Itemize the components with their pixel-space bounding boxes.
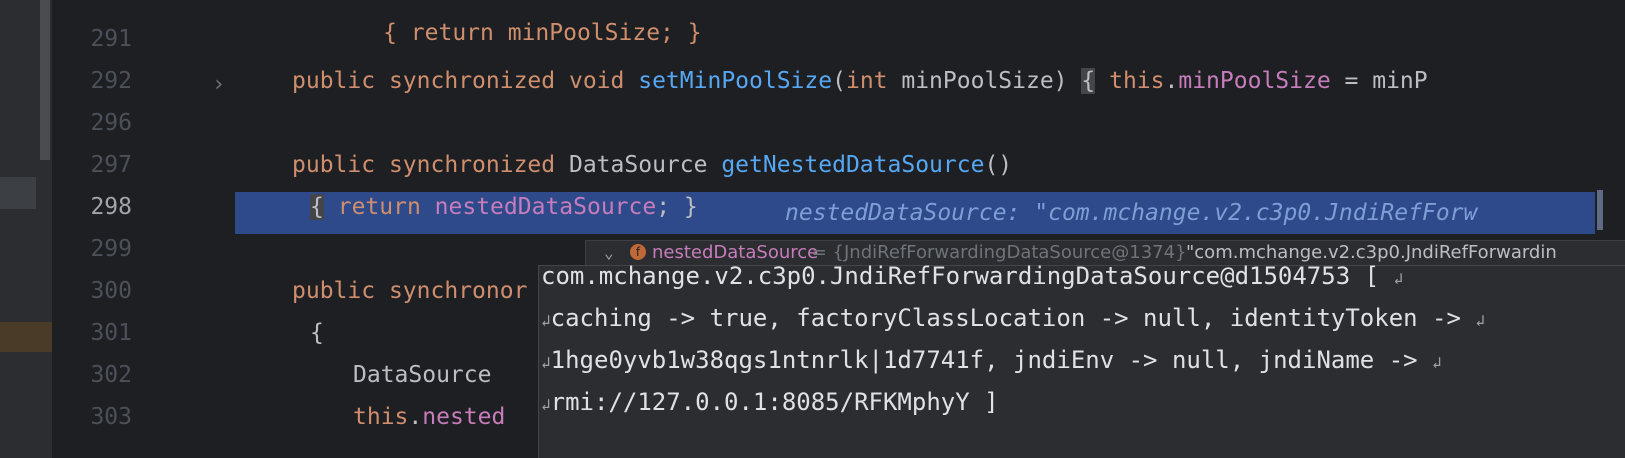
inline-debug-value[interactable]: nestedDataSource: "com.mchange.v2.c3p0.J… xyxy=(785,198,1477,228)
line-number: 296 xyxy=(90,110,132,136)
line-number: 299 xyxy=(90,236,132,262)
punct: () xyxy=(984,152,1013,178)
keyword: public xyxy=(292,68,376,94)
method-name: getNestedDataSource xyxy=(721,152,985,178)
line-number: 300 xyxy=(90,278,132,304)
strip-selection xyxy=(0,177,36,209)
line-number: 297 xyxy=(90,152,132,178)
field-name: minPoolSize xyxy=(1178,68,1331,94)
code-line-301: { xyxy=(310,318,324,348)
fold-chevron-icon[interactable]: › xyxy=(212,70,225,100)
punct: . xyxy=(1164,68,1179,94)
tooltip-line: ↲caching -> true, factoryClassLocation -… xyxy=(541,302,1485,337)
punct: ( xyxy=(832,68,846,94)
line-number: 292 xyxy=(90,68,132,94)
strip-scrollbar[interactable] xyxy=(40,0,50,160)
code-line-292: public synchronized void setMinPoolSize(… xyxy=(292,66,1428,96)
line-number: 291 xyxy=(90,26,132,52)
param: minPoolSize) xyxy=(887,68,1068,94)
keyword: public xyxy=(292,278,376,304)
wrap-icon: ↲ xyxy=(1475,311,1486,330)
keyword: int xyxy=(845,68,888,94)
keyword: return xyxy=(337,194,421,220)
field-name: nested xyxy=(422,404,506,430)
code-text: { return minPoolSize; } xyxy=(383,20,702,46)
brace: { xyxy=(310,194,324,220)
line-number: 301 xyxy=(90,320,132,346)
folded-brace[interactable]: { xyxy=(1081,68,1096,94)
code-line-300: public synchronor xyxy=(292,276,527,306)
tooltip-text: caching -> true, factoryClassLocation ->… xyxy=(550,304,1461,332)
tooltip-line: ↲1hge0yvb1w38qgs1ntnrlk|1d7741f, jndiEnv… xyxy=(541,344,1442,379)
code-line-297: public synchronized DataSource getNested… xyxy=(292,150,1012,180)
current-line-number: 298 xyxy=(90,194,132,220)
type-name: DataSource xyxy=(568,152,708,178)
tooltip-text: rmi://127.0.0.1:8085/RFKMphyY ] xyxy=(550,388,999,416)
field-name: nestedDataSource xyxy=(434,194,657,220)
keyword: void xyxy=(568,68,625,94)
keyword: this xyxy=(1109,68,1165,94)
field-icon: f xyxy=(630,244,646,260)
line-number: 303 xyxy=(90,404,132,430)
left-tool-strip xyxy=(0,0,52,458)
tooltip-text: 1hge0yvb1w38qgs1ntnrlk|1d7741f, jndiEnv … xyxy=(550,346,1418,374)
wrap-icon: ↲ xyxy=(541,395,551,414)
code-editor[interactable]: 291 292 296 297 298 299 300 301 302 303 … xyxy=(0,0,1625,458)
type-name: DataSource xyxy=(353,362,492,388)
strip-breakpoint-marker xyxy=(0,322,52,352)
punct: . xyxy=(408,404,423,430)
wrap-icon: ↲ xyxy=(1393,269,1404,288)
code-text: = minP xyxy=(1330,68,1428,94)
code-line-298: { return nestedDataSource; } xyxy=(310,192,698,222)
tooltip-text: com.mchange.v2.c3p0.JndiRefForwardingDat… xyxy=(541,262,1380,290)
method-name: setMinPoolSize xyxy=(638,68,833,94)
code-line-302: DataSource xyxy=(353,360,491,390)
keyword: public xyxy=(292,152,376,178)
punct: ; } xyxy=(656,194,698,220)
wrap-icon: ↲ xyxy=(1432,353,1442,372)
tooltip-line: ↲rmi://127.0.0.1:8085/RFKMphyY ] xyxy=(541,386,999,421)
scrollbar-marker[interactable] xyxy=(1597,190,1603,230)
brace: { xyxy=(310,320,324,346)
line-number: 302 xyxy=(90,362,132,388)
code-line-303: this.nested xyxy=(353,402,505,432)
keyword: synchronor xyxy=(388,278,528,304)
tooltip-line: com.mchange.v2.c3p0.JndiRefForwardingDat… xyxy=(541,260,1403,295)
tostring-tooltip[interactable]: com.mchange.v2.c3p0.JndiRefForwardingDat… xyxy=(538,262,1625,458)
wrap-icon: ↲ xyxy=(541,311,551,330)
keyword: synchronized xyxy=(388,68,556,94)
wrap-icon: ↲ xyxy=(541,353,551,372)
keyword: synchronized xyxy=(388,152,556,178)
keyword: this xyxy=(353,404,409,430)
